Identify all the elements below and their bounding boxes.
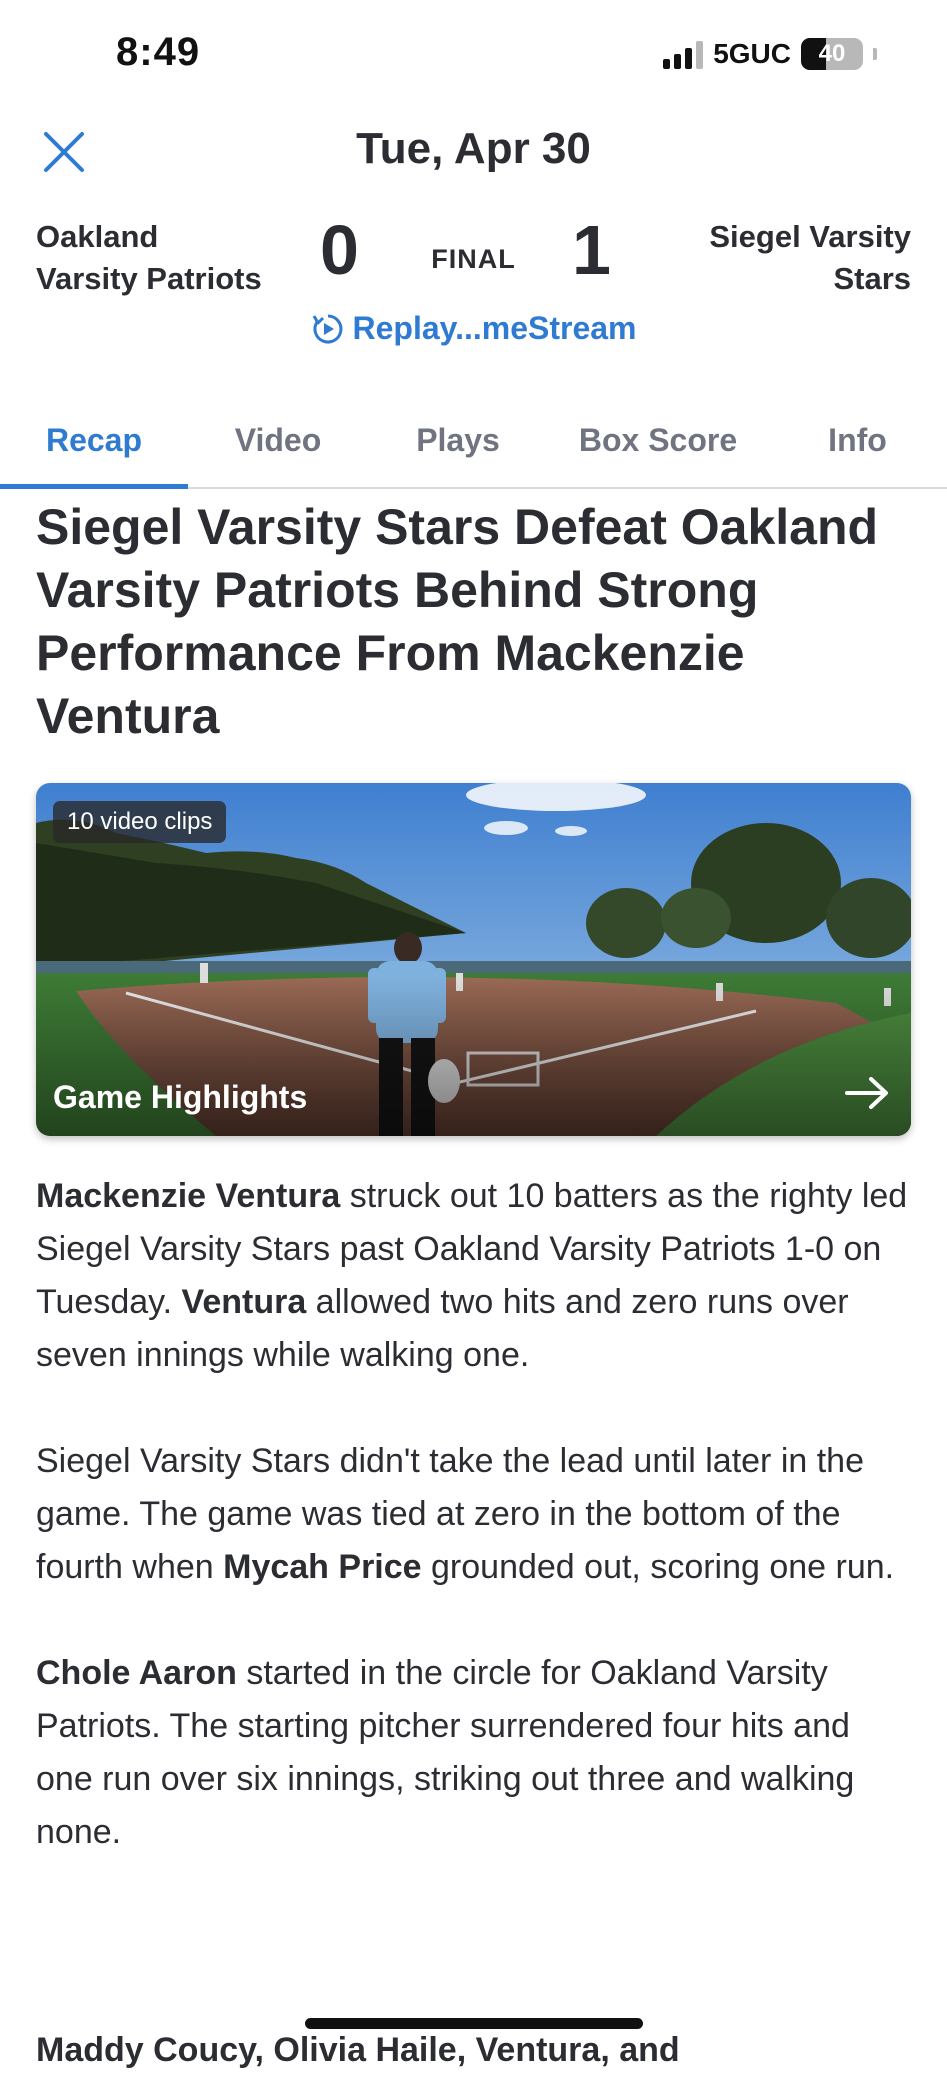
player-name: Mackenzie Ventura bbox=[36, 1177, 341, 1215]
network-label: 5GUC bbox=[713, 38, 791, 69]
status-time: 8:49 bbox=[116, 30, 201, 74]
away-team-line2: Stars bbox=[833, 261, 911, 296]
game-header: Tue, Apr 30 Oakland Varsity Patriots 0 F… bbox=[0, 110, 947, 370]
signal-icon bbox=[663, 39, 704, 69]
battery-level: 40 bbox=[818, 40, 846, 67]
player-name: Mycah Price bbox=[223, 1548, 422, 1586]
tab-info[interactable]: Info bbox=[768, 400, 947, 487]
article-paragraph-4-partial: Maddy Coucy, Olivia Haile, Ventura, and bbox=[36, 2031, 680, 2069]
video-clips-badge: 10 video clips bbox=[53, 801, 227, 843]
game-date: Tue, Apr 30 bbox=[356, 124, 591, 173]
replay-label: Replay...meStream bbox=[352, 310, 637, 346]
status-bar: 8:49 5GUC 40 bbox=[0, 0, 947, 110]
status-indicators: 5GUC 40 bbox=[663, 38, 877, 70]
tab-box-score[interactable]: Box Score bbox=[548, 400, 768, 487]
away-team-line1: Siegel Varsity bbox=[709, 219, 911, 254]
highlights-title: Game Highlights bbox=[53, 1079, 308, 1115]
tab-video[interactable]: Video bbox=[188, 400, 368, 487]
article-headline: Siegel Varsity Stars Defeat Oakland Vars… bbox=[36, 499, 879, 744]
article-body: Mackenzie Ventura struck out 10 batters … bbox=[36, 1170, 911, 1912]
tab-plays[interactable]: Plays bbox=[368, 400, 548, 487]
battery-nub bbox=[873, 48, 877, 60]
article-paragraph-3: Chole Aaron started in the circle for Oa… bbox=[36, 1654, 855, 1851]
game-highlights-card[interactable]: 10 video clips Game Highlights bbox=[36, 783, 911, 1136]
replay-icon bbox=[312, 314, 342, 343]
battery-icon: 40 bbox=[801, 38, 863, 70]
article-paragraph-1: Mackenzie Ventura struck out 10 batters … bbox=[36, 1177, 908, 1374]
away-score: 1 bbox=[572, 211, 611, 289]
player-name: Chole Aaron bbox=[36, 1654, 237, 1692]
home-indicator[interactable] bbox=[305, 2018, 643, 2029]
replay-link[interactable]: Replay...meStream bbox=[0, 310, 947, 347]
player-name: Ventura bbox=[181, 1283, 307, 1321]
tab-bar: Recap Video Plays Box Score Info bbox=[0, 400, 947, 489]
article-paragraph-2: Siegel Varsity Stars didn't take the lea… bbox=[36, 1442, 895, 1586]
away-team-name[interactable]: Siegel Varsity Stars bbox=[709, 216, 911, 300]
arrow-right-icon bbox=[845, 1077, 888, 1109]
tab-recap[interactable]: Recap bbox=[0, 400, 188, 489]
